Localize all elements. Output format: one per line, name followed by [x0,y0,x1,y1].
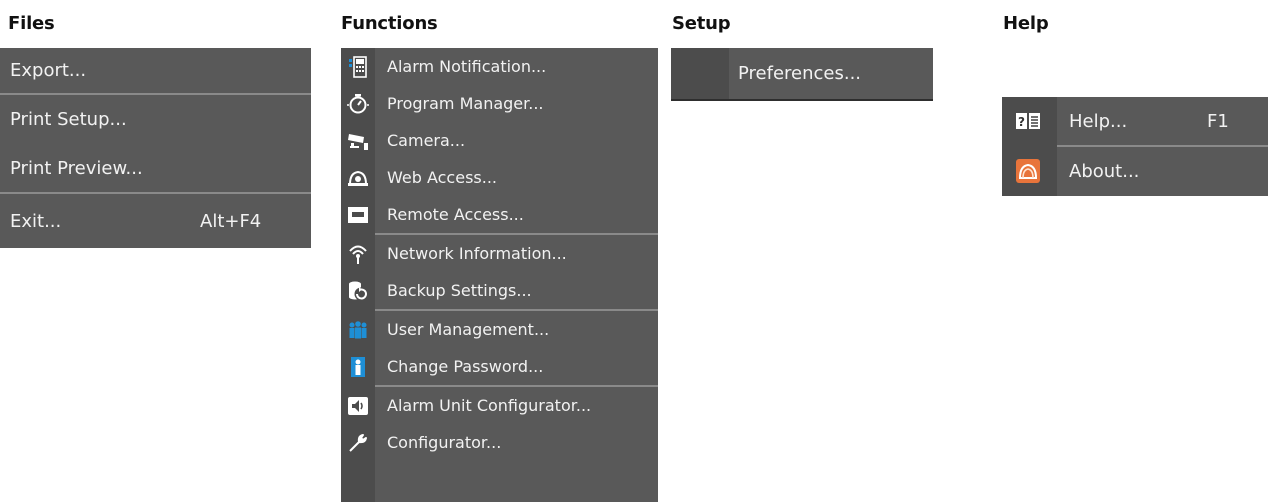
menu-item-help[interactable]: ? Help... F1 [1002,97,1268,145]
menu-item-shortcut: F1 [1207,110,1229,132]
menu-item-label: Remote Access... [387,205,524,224]
menu-item-change-password[interactable]: Change Password... [341,348,658,385]
menu-item-backup-settings[interactable]: Backup Settings... [341,272,658,309]
menu-item-label: Preferences... [738,63,862,84]
functions-menu-title[interactable]: Functions [341,13,438,34]
menu-item-label: Exit... [10,210,62,232]
menu-item-exit[interactable]: Exit... Alt+F4 [0,194,311,248]
menu-item-shortcut: Alt+F4 [200,210,262,232]
wrench-icon [341,424,375,461]
help-menu: ? Help... F1 About... [1002,97,1268,196]
camera-icon [341,122,375,159]
menu-item-export[interactable]: Export... [0,48,311,93]
menu-item-remote-access[interactable]: Remote Access... [341,196,658,233]
menu-item-about[interactable]: About... [1002,147,1268,195]
menu-item-label: Print Preview... [10,157,143,179]
menu-item-user-management[interactable]: User Management... [341,311,658,348]
functions-menu: Alarm Notification... Program Manager...… [341,48,658,502]
menu-item-label: Change Password... [387,357,544,376]
menu-bottom-border [671,99,933,101]
menu-item-label: Alarm Notification... [387,57,547,76]
files-menu: Export... Print Setup... Print Preview..… [0,48,311,248]
network-icon [341,235,375,272]
menu-item-network-information[interactable]: Network Information... [341,235,658,272]
menu-item-label: Configurator... [387,433,502,452]
menu-item-program-manager[interactable]: Program Manager... [341,85,658,122]
users-icon [341,311,375,348]
menu-item-label: Program Manager... [387,94,544,113]
menu-item-label: Export... [10,60,87,81]
web-access-icon [341,159,375,196]
help-book-icon: ? [1014,107,1042,135]
help-menu-title[interactable]: Help [1003,13,1049,34]
menu-item-label: Network Information... [387,244,567,263]
menu-item-label: Web Access... [387,168,497,187]
setup-menu-title[interactable]: Setup [672,13,731,34]
menu-item-print-setup[interactable]: Print Setup... [0,95,311,144]
timer-icon [341,85,375,122]
speaker-icon [341,387,375,424]
backup-icon [341,272,375,309]
menu-item-print-preview[interactable]: Print Preview... [0,144,311,192]
menu-item-alarm-notification[interactable]: Alarm Notification... [341,48,658,85]
remote-access-icon [341,196,375,233]
svg-text:?: ? [1018,115,1025,129]
menu-item-label: Print Setup... [10,109,127,130]
menu-item-label: Help... [1069,110,1128,132]
alarm-notification-icon [341,48,375,85]
menu-item-camera[interactable]: Camera... [341,122,658,159]
about-icon [1014,157,1042,185]
menu-item-label: About... [1069,160,1140,182]
menu-item-label: User Management... [387,320,550,339]
menu-item-label: Camera... [387,131,466,150]
menu-item-configurator[interactable]: Configurator... [341,424,658,461]
menu-item-preferences[interactable]: Preferences... [671,48,933,99]
menu-item-label: Alarm Unit Configurator... [387,396,592,415]
setup-menu: Preferences... [671,48,933,101]
files-menu-title[interactable]: Files [8,13,55,34]
menu-item-web-access[interactable]: Web Access... [341,159,658,196]
menu-item-label: Backup Settings... [387,281,532,300]
menu-item-alarm-unit-configurator[interactable]: Alarm Unit Configurator... [341,387,658,424]
user-icon [341,348,375,385]
